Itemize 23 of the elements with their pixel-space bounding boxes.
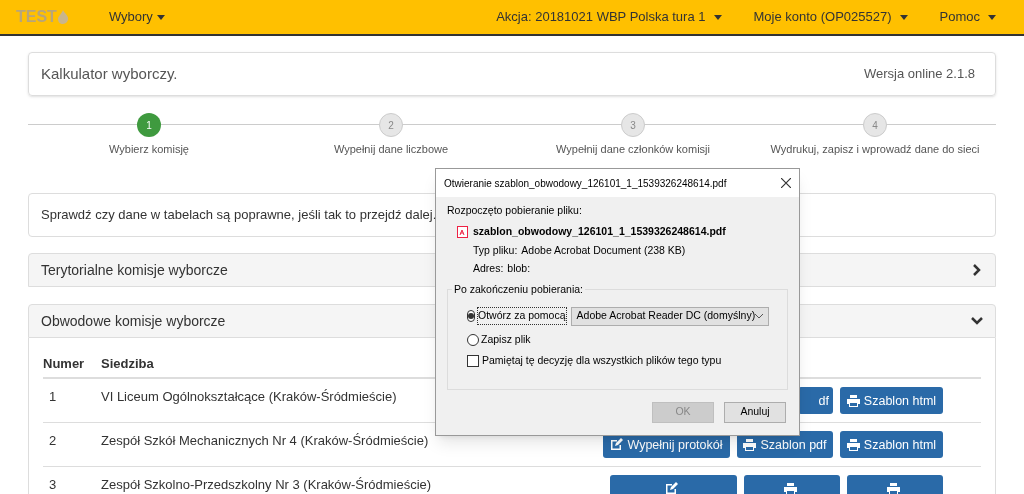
step-label: Wypełnij dane liczbowe: [333, 142, 449, 157]
detail-value: blob:: [507, 261, 531, 277]
step-label: Wypełnij dane członków komisji: [556, 142, 710, 157]
panel-title: Terytorialne komisje wyborcze: [41, 260, 228, 280]
table-cell-text: 3: [48, 477, 58, 493]
column-header: Numer: [43, 355, 86, 374]
column-header: Siedziba: [101, 355, 154, 374]
step-label: Wybierz komisję: [109, 142, 189, 157]
detail-label: Adres:: [473, 261, 504, 277]
table-cell: VI Liceum Ogólnokształcące (Kraków-Śródmieście): [101, 389, 397, 405]
panel-title: Obwodowe komisje wyborcze: [41, 311, 226, 331]
table-cell: Zespół Szkół Mechanicznych Nr 4 (Kraków-Śródmieście): [101, 433, 429, 449]
page-title: Kalkulator wyborczy.: [41, 63, 178, 84]
file-name: szablon_obwodowy_126101_1_1539326248614.pdf: [473, 223, 726, 239]
table-cell-text: 2: [48, 433, 58, 449]
step-label: Wydrukuj, zapisz i wprowadź dane do sieci: [770, 142, 980, 157]
dialog-intro: Rozpoczęto pobieranie pliku:: [447, 203, 583, 218]
version-label: Wersja online 2.1.8: [863, 65, 976, 84]
table-cell: Zespół Szkolno-Przedszkolny Nr 3 (Kraków-Śródmieście): [101, 477, 432, 493]
group-label: Po zakończeniu pobierania:: [452, 282, 585, 298]
dialog-title: Otwieranie szablon_obwodowy_126101_1_1539326248614.pdf: [444, 176, 727, 191]
table-cell-text: 1: [48, 389, 58, 405]
info-text: Sprawdź czy dane w tabelach są poprawne, jeśli tak to przejdź dalej.: [41, 206, 437, 225]
